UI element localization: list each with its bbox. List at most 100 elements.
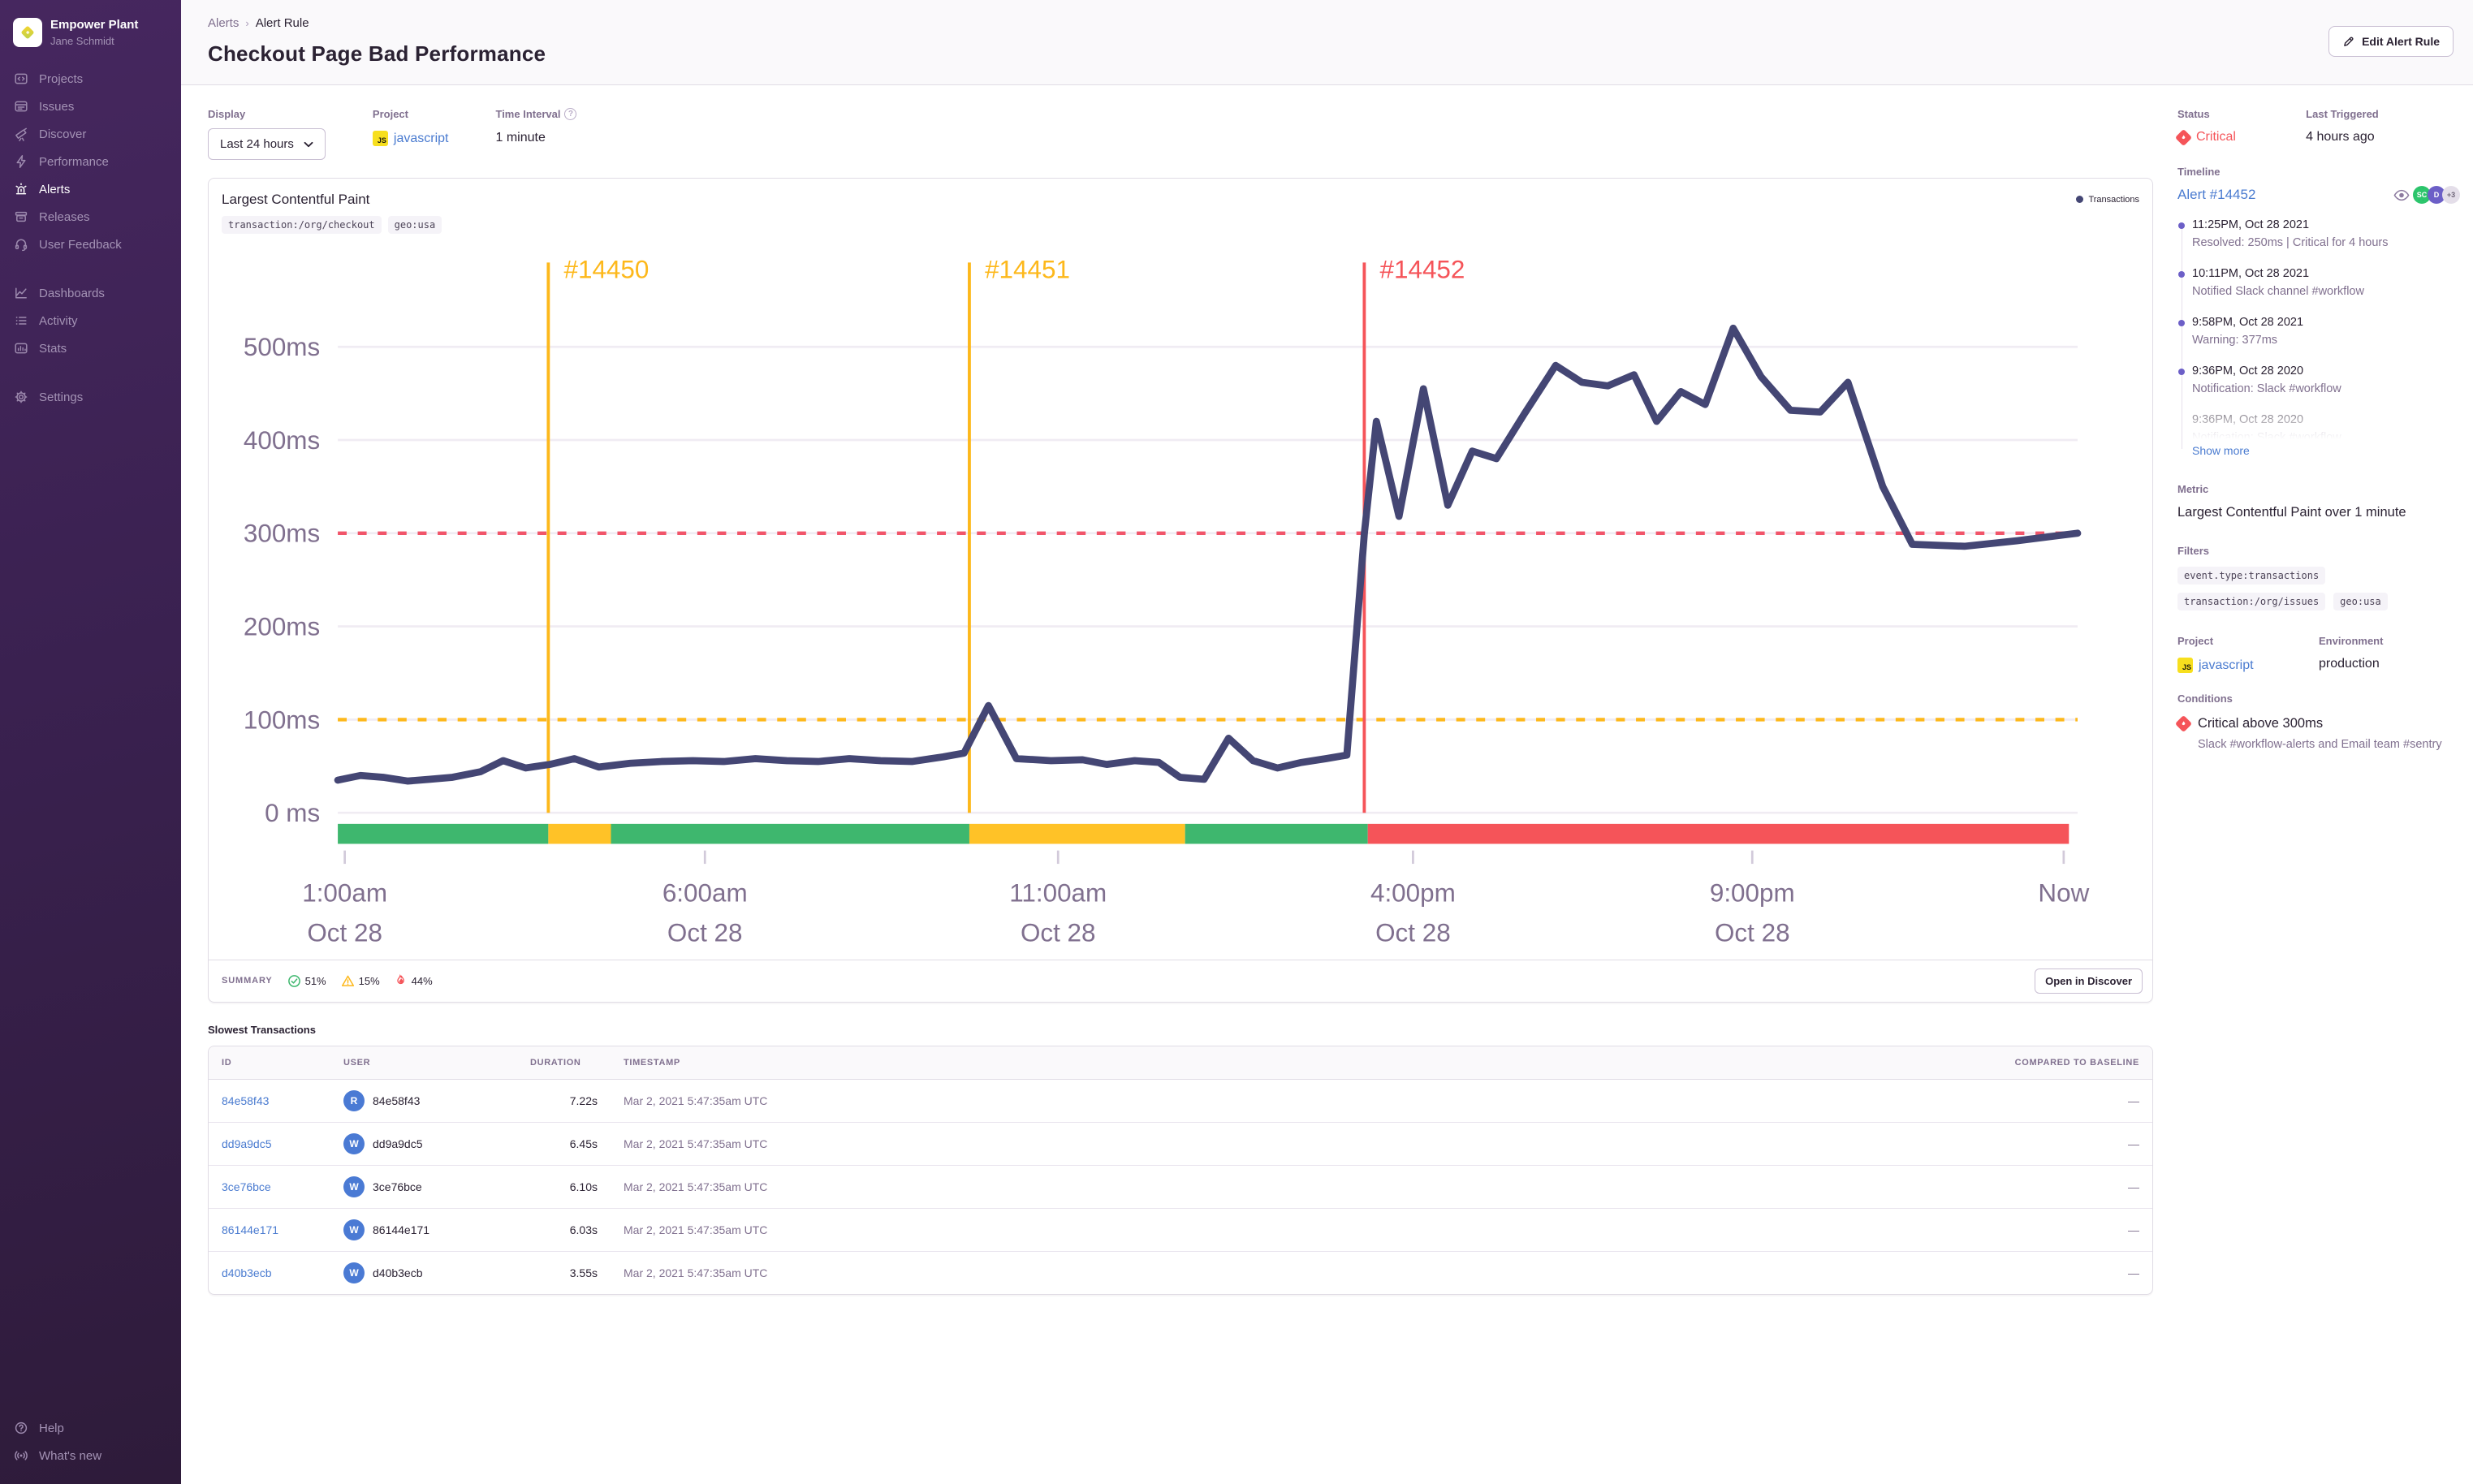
svg-text:100ms: 100ms — [244, 705, 320, 734]
breadcrumb-alert-rule: Alert Rule — [255, 16, 309, 30]
help-circle-icon[interactable]: ? — [564, 108, 577, 120]
sidebar-item-alerts[interactable]: Alerts — [13, 175, 168, 203]
transaction-id-link[interactable]: 86144e171 — [222, 1223, 278, 1236]
display-select[interactable]: Last 24 hours — [208, 128, 326, 160]
sidebar-item-settings[interactable]: Settings — [13, 383, 168, 411]
duration-cell: 7.22s — [569, 1094, 598, 1107]
sidebar-item-performance[interactable]: Performance — [13, 148, 168, 175]
edit-alert-rule-button[interactable]: Edit Alert Rule — [2328, 26, 2454, 57]
fire-icon — [396, 973, 404, 984]
nav-divider — [13, 258, 168, 279]
user-id: dd9a9dc5 — [373, 1137, 423, 1150]
chart-summary-row: SUMMARY 51% 15% 44% Open in Discover — [209, 959, 2152, 1002]
breadcrumb: Alerts › Alert Rule — [208, 16, 546, 30]
sidebar-item-label: Settings — [39, 390, 84, 404]
sidebar-item-whats-new[interactable]: What's new — [13, 1442, 168, 1469]
chart-legend[interactable]: Transactions — [2076, 192, 2139, 234]
sidebar-item-issues[interactable]: Issues — [13, 93, 168, 120]
eye-icon[interactable] — [2393, 189, 2410, 201]
svg-text:#14450: #14450 — [564, 255, 650, 283]
filters-label: Filters — [2177, 545, 2210, 557]
alert-link[interactable]: Alert #14452 — [2177, 187, 2255, 203]
sidebar-item-label: Help — [39, 1421, 64, 1435]
performance-icon — [13, 153, 29, 170]
last-triggered-value: 4 hours ago — [2306, 130, 2375, 144]
environment-block: Environment production — [2319, 635, 2460, 673]
table-row[interactable]: d40b3ecb Wd40b3ecb 3.55s Mar 2, 2021 5:4… — [209, 1250, 2152, 1294]
critical-diamond-icon — [2174, 128, 2193, 146]
conditions-label: Conditions — [2177, 692, 2233, 705]
timeline-entry: 10:11PM, Oct 28 2021 Notified Slack chan… — [2177, 267, 2460, 298]
svg-text:Oct 28: Oct 28 — [1715, 919, 1790, 947]
metric-section: Metric Largest Contentful Paint over 1 m… — [2177, 483, 2460, 520]
timeline-entry-time: 9:36PM, Oct 28 2020 — [2192, 365, 2304, 377]
slowest-transactions-title: Slowest Transactions — [208, 1023, 316, 1036]
svg-text:Now: Now — [2038, 879, 2089, 908]
table-row[interactable]: 84e58f43 R 84e58f43 7.22s Mar 2, 2021 5:4… — [209, 1080, 2152, 1122]
project-link[interactable]: javascript — [394, 132, 449, 146]
timeline-entry-desc: Resolved: 250ms | Critical for 4 hours — [2192, 236, 2389, 249]
sidebar-item-projects[interactable]: Projects — [13, 65, 168, 93]
show-more-link[interactable]: Show more — [2192, 444, 2250, 457]
sidebar-item-activity[interactable]: Activity — [13, 307, 168, 334]
open-in-discover-button[interactable]: Open in Discover — [2035, 968, 2143, 994]
org-switcher[interactable]: Empower Plant Jane Schmidt — [0, 11, 181, 65]
sidebar-item-discover[interactable]: Discover — [13, 120, 168, 148]
releases-icon — [13, 209, 29, 225]
edit-alert-rule-label: Edit Alert Rule — [2362, 35, 2440, 48]
timeline-entry-faded: 9:36PM, Oct 28 2020 Notification: Slack … — [2177, 413, 2460, 444]
sidebar-item-dashboards[interactable]: Dashboards — [13, 279, 168, 307]
sidebar-item-label: Issues — [39, 99, 75, 114]
lcp-chart: 0 ms 100ms 200ms 300ms 400ms 500ms #14450 #1445… — [244, 255, 2090, 947]
main: Alerts › Alert Rule Checkout Page Bad Pe… — [181, 0, 2473, 1484]
sidebar-item-label: What's new — [39, 1448, 102, 1463]
summary-label: SUMMARY — [222, 976, 273, 986]
whats-new-icon — [13, 1447, 29, 1464]
sidebar-item-releases[interactable]: Releases — [13, 203, 168, 231]
duration-cell: 6.45s — [569, 1137, 598, 1150]
transaction-id-link[interactable]: 3ce76bce — [222, 1180, 271, 1193]
breadcrumb-alerts[interactable]: Alerts — [208, 16, 239, 30]
metric-value: Largest Contentful Paint over 1 minute — [2177, 505, 2406, 520]
timeline-entry-desc: Warning: 377ms — [2192, 334, 2278, 347]
status-value: Critical — [2196, 130, 2236, 144]
svg-text:500ms: 500ms — [244, 333, 320, 361]
status-block: Status Critical — [2174, 108, 2306, 146]
condition-title: Critical above 300ms — [2198, 716, 2324, 731]
table-row[interactable]: 3ce76bce W 3ce76bce 6.10s Mar 2, 2021 5:4… — [209, 1164, 2152, 1208]
sidebar-item-label: Discover — [39, 127, 87, 141]
svg-text:Oct 28: Oct 28 — [1375, 919, 1451, 947]
project-block: Project JS javascript — [2177, 635, 2319, 673]
timeline-entry-desc: Notification: Slack #workflow — [2192, 431, 2341, 444]
chart-title: Largest Contentful Paint — [222, 192, 370, 207]
table-header: ID USER DURATION TIMESTAMP COMPARED TO B… — [209, 1046, 2152, 1080]
display-label: Display — [208, 108, 246, 120]
transaction-id-link[interactable]: dd9a9dc5 — [222, 1137, 272, 1150]
table-row[interactable]: 86144e171 W 86144e171 6.03s Mar 2, 2021 5… — [209, 1207, 2152, 1251]
nav-divider — [13, 362, 168, 383]
javascript-platform-icon: JS — [372, 131, 388, 146]
table-row[interactable]: dd9a9dc5 Wdd9a9dc5 6.45s Mar 2, 2021 5:4… — [209, 1121, 2152, 1165]
alerts-icon — [13, 181, 29, 197]
sidebar-item-user-feedback[interactable]: User Feedback — [13, 231, 168, 258]
baseline-cell: — — [2128, 1137, 2139, 1150]
timestamp-cell: Mar 2, 2021 5:47:35am UTC — [624, 1137, 768, 1150]
status-label: Status — [2177, 108, 2210, 120]
timeline-entry-desc: Notified Slack channel #workflow — [2192, 285, 2364, 298]
user-id: 86144e171 — [373, 1223, 430, 1236]
svg-text:1:00am: 1:00am — [302, 879, 387, 908]
svg-text:400ms: 400ms — [244, 426, 320, 455]
content: Display Last 24 hours Project JS javascr… — [181, 85, 2473, 1319]
baseline-cell: — — [2128, 1094, 2139, 1107]
sidebar-item-stats[interactable]: Stats — [13, 334, 168, 362]
timestamp-cell: Mar 2, 2021 5:47:35am UTC — [624, 1180, 768, 1193]
transaction-id-link[interactable]: d40b3ecb — [222, 1266, 272, 1279]
help-icon — [13, 1420, 29, 1436]
svg-text:0 ms: 0 ms — [265, 799, 320, 827]
project-link[interactable]: javascript — [2199, 658, 2254, 673]
baseline-cell: — — [2128, 1223, 2139, 1236]
filter-chip: transaction:/org/issues — [2177, 593, 2326, 610]
sidebar-item-help[interactable]: Help — [13, 1414, 168, 1442]
sidebar-item-label: Performance — [39, 154, 109, 169]
transaction-id-link[interactable]: 84e58f43 — [222, 1094, 269, 1107]
